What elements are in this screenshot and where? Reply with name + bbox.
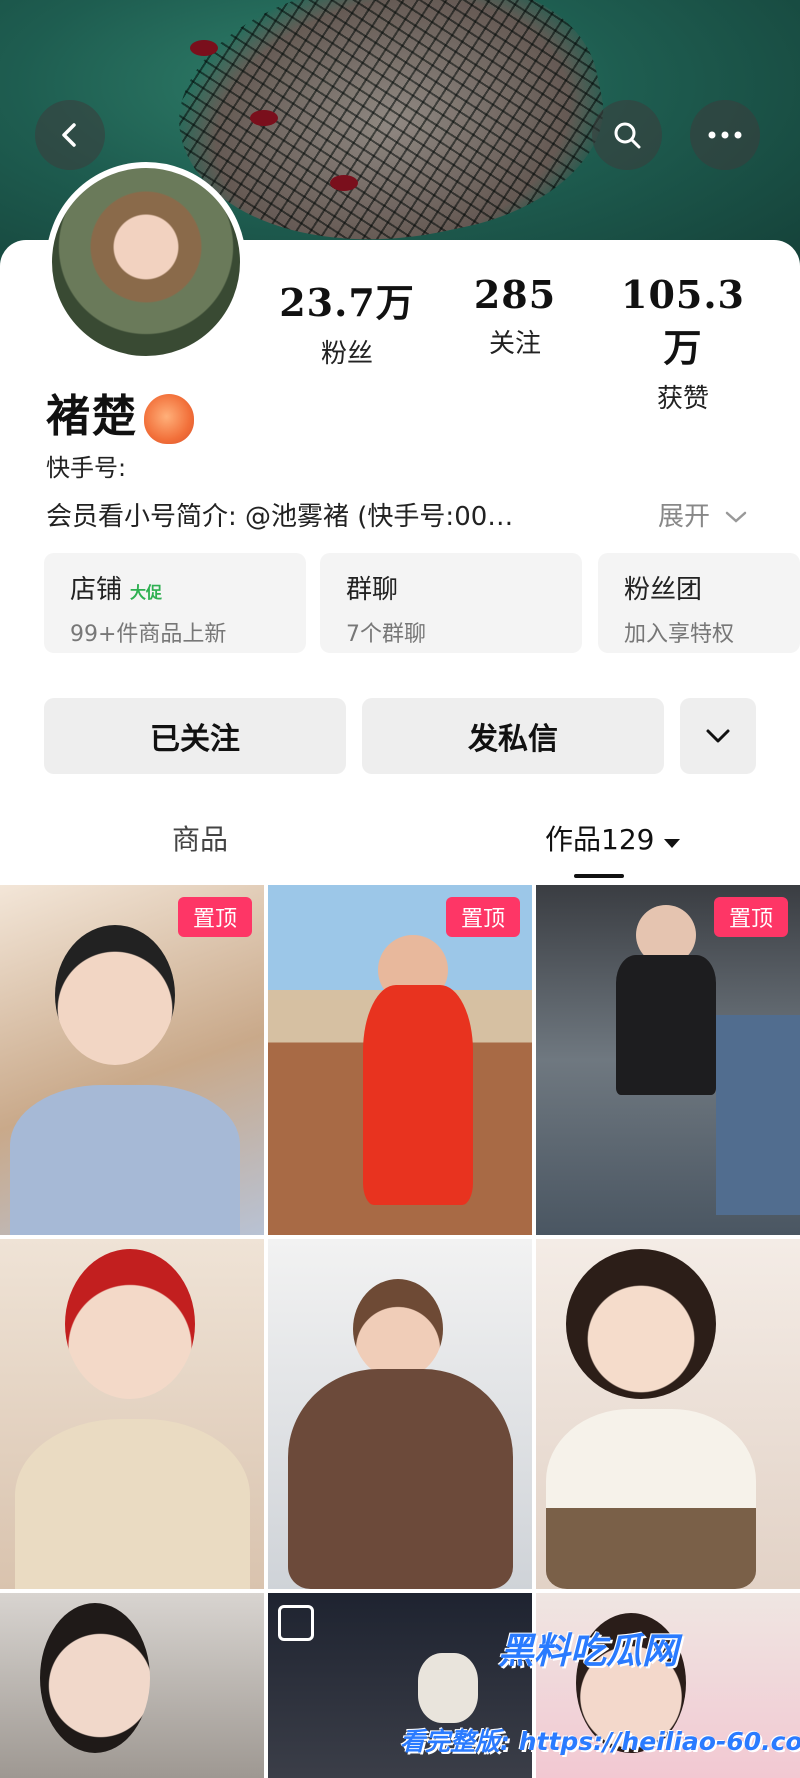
work-thumbnail[interactable] bbox=[0, 1593, 264, 1778]
caret-down-icon bbox=[664, 839, 681, 848]
stat-following-value: 285 bbox=[473, 272, 557, 317]
watermark-logo-text: 黑料吃瓜网 bbox=[498, 1631, 679, 1672]
card-shop[interactable]: 店铺 大促 99+件商品上新 bbox=[44, 553, 306, 653]
work-thumbnail[interactable]: 置顶 bbox=[268, 885, 532, 1235]
more-button[interactable] bbox=[690, 100, 760, 170]
profile-bio: 会员看小号简介: @池雾褚 (快手号:00… bbox=[46, 502, 514, 532]
expand-label: 展开 bbox=[658, 502, 711, 532]
thumbnail-figure bbox=[65, 1249, 195, 1399]
stat-fans-value: 23.7万 bbox=[279, 280, 415, 325]
kuaishou-id: 快手号: bbox=[46, 454, 127, 482]
watermark-url: 看完整版: https://heiliao-60.com bbox=[400, 1727, 800, 1756]
thumbnail-figure bbox=[418, 1653, 478, 1723]
work-thumbnail[interactable] bbox=[536, 1239, 800, 1589]
thumbnail-figure bbox=[10, 1085, 240, 1235]
cover-nail bbox=[250, 110, 278, 126]
more-dots-icon bbox=[708, 131, 742, 139]
search-icon bbox=[614, 122, 641, 149]
back-button[interactable] bbox=[35, 100, 105, 170]
followed-button[interactable]: 已关注 bbox=[44, 698, 346, 774]
more-actions-button[interactable] bbox=[680, 698, 756, 774]
stat-fans[interactable]: 23.7万 粉丝 bbox=[272, 272, 422, 370]
expand-bio-button[interactable]: 展开 bbox=[658, 496, 748, 533]
tab-works[interactable]: 作品129 bbox=[545, 818, 681, 858]
card-shop-subtitle: 99+件商品上新 bbox=[70, 622, 227, 647]
work-thumbnail[interactable] bbox=[0, 1239, 264, 1589]
stat-fans-label: 粉丝 bbox=[320, 339, 373, 369]
card-group-chat-subtitle: 7个群聊 bbox=[346, 622, 426, 647]
pinned-badge: 置顶 bbox=[178, 897, 252, 937]
thumbnail-figure bbox=[616, 955, 716, 1095]
work-thumbnail[interactable]: 置顶 bbox=[536, 885, 800, 1235]
thumbnail-figure bbox=[353, 1279, 443, 1379]
chevron-left-icon bbox=[62, 123, 76, 147]
thumbnail-figure bbox=[546, 1409, 756, 1589]
gallery-icon bbox=[278, 1605, 314, 1641]
chevron-down-icon bbox=[726, 511, 747, 523]
search-button[interactable] bbox=[592, 100, 662, 170]
pinned-badge: 置顶 bbox=[446, 897, 520, 937]
thumbnail-figure bbox=[566, 1249, 716, 1399]
cover-nail bbox=[190, 40, 218, 56]
card-group-chat[interactable]: 群聊 7个群聊 bbox=[320, 553, 582, 653]
stat-following[interactable]: 285 关注 bbox=[440, 272, 590, 360]
stat-likes-label: 获赞 bbox=[656, 384, 709, 414]
card-fan-club[interactable]: 粉丝团 加入享特权 bbox=[598, 553, 800, 653]
pinned-badge: 置顶 bbox=[714, 897, 788, 937]
thumbnail-figure bbox=[40, 1603, 150, 1753]
promo-badge: 大促 bbox=[130, 583, 163, 602]
stat-following-label: 关注 bbox=[488, 329, 541, 359]
card-group-chat-title: 群聊 bbox=[346, 575, 399, 605]
thumbnail-seat bbox=[716, 1015, 800, 1215]
thumbnail-figure bbox=[55, 925, 175, 1065]
stat-likes-value: 105.3万 bbox=[621, 272, 745, 370]
work-thumbnail[interactable]: 置顶 bbox=[0, 885, 264, 1235]
chevron-down-icon bbox=[706, 729, 730, 743]
thumbnail-figure bbox=[363, 985, 473, 1205]
work-thumbnail[interactable] bbox=[268, 1239, 532, 1589]
card-shop-title: 店铺 bbox=[70, 575, 123, 605]
thumbnail-figure bbox=[288, 1369, 513, 1589]
profile-name: 褚楚 bbox=[46, 380, 194, 444]
card-fan-club-title: 粉丝团 bbox=[624, 575, 703, 605]
peach-emoji-icon bbox=[144, 394, 194, 444]
cover-nail bbox=[330, 175, 358, 191]
message-button[interactable]: 发私信 bbox=[362, 698, 664, 774]
card-fan-club-subtitle: 加入享特权 bbox=[624, 622, 735, 647]
avatar[interactable] bbox=[46, 162, 246, 362]
thumbnail-figure bbox=[15, 1419, 250, 1589]
tab-works-label: 作品129 bbox=[545, 823, 655, 856]
stat-likes[interactable]: 105.3万 获赞 bbox=[608, 272, 758, 415]
tab-goods[interactable]: 商品 bbox=[172, 818, 228, 858]
tab-indicator bbox=[574, 874, 624, 878]
profile-name-text: 褚楚 bbox=[46, 391, 138, 442]
